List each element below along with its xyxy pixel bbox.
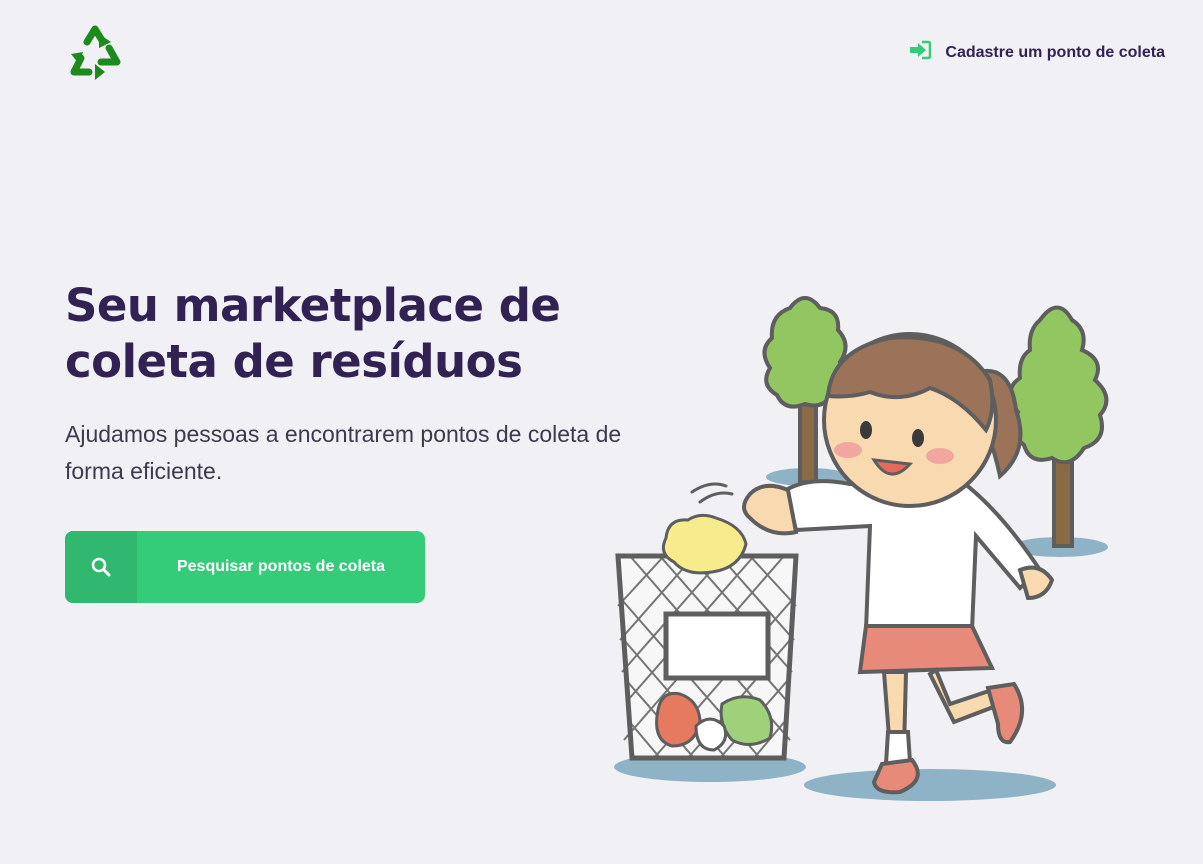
recycle-icon[interactable]: [63, 20, 127, 84]
girl-recycling-illustration: [600, 280, 1140, 820]
search-icon-box: [65, 531, 137, 603]
hero-title: Seu marketplace de coleta de resíduos: [65, 279, 561, 388]
search-icon: [91, 557, 111, 577]
search-collection-points-button[interactable]: Pesquisar pontos de coleta: [65, 531, 425, 603]
register-collection-point-link[interactable]: Cadastre um ponto de coleta: [909, 40, 1165, 65]
register-link-label: Cadastre um ponto de coleta: [945, 43, 1165, 61]
sign-in-icon: [909, 40, 932, 65]
search-button-label: Pesquisar pontos de coleta: [176, 558, 386, 575]
header: Cadastre um ponto de coleta: [0, 0, 1203, 110]
hero-subtitle: Ajudamos pessoas a encontrarem pontos de…: [65, 421, 622, 484]
